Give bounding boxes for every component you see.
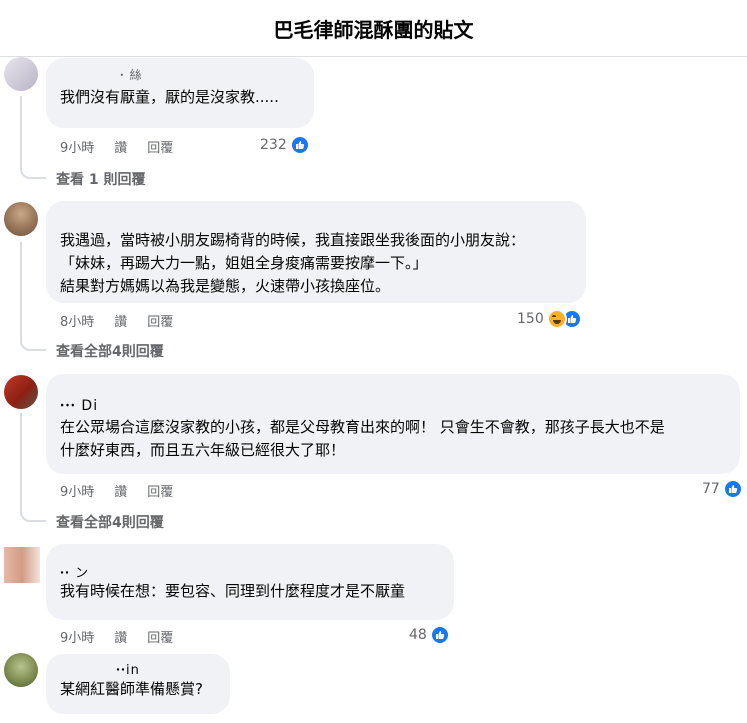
avatar[interactable] bbox=[4, 547, 40, 583]
thread-elbow bbox=[20, 166, 46, 179]
comment-author[interactable]: ꞏꞏ ン bbox=[60, 552, 440, 581]
reaction-number: 150 bbox=[517, 311, 544, 327]
reply-button[interactable]: 回覆 bbox=[147, 627, 173, 646]
like-button[interactable]: 讚 bbox=[114, 137, 127, 156]
avatar[interactable] bbox=[4, 57, 38, 91]
comment-bubble: ꞏ 絲 我們沒有厭童，厭的是沒家教..... bbox=[46, 58, 314, 128]
page-title: 巴毛律師混酥團的貼文 bbox=[273, 17, 474, 42]
post-header: 巴毛律師混酥團的貼文 bbox=[0, 0, 747, 57]
comment-bubble: 我遇過，當時被小朋友踢椅背的時候，我直接跟坐我後面的小朋友說： 「妹妹，再踢大力… bbox=[46, 201, 586, 303]
comment-text: 我遇過，當時被小朋友踢椅背的時候，我直接跟坐我後面的小朋友說： 「妹妹，再踢大力… bbox=[60, 231, 526, 295]
reaction-count[interactable]: 232 bbox=[260, 135, 310, 155]
view-replies-link[interactable]: 查看全部4則回覆 bbox=[56, 512, 164, 532]
thread-elbow bbox=[20, 338, 46, 351]
reply-button[interactable]: 回覆 bbox=[147, 481, 173, 500]
avatar[interactable] bbox=[4, 653, 38, 687]
thread-line bbox=[20, 413, 22, 509]
comment-text: 我有時候在想：要包容、同理到什麼程度才是不厭童 bbox=[60, 582, 406, 600]
like-button[interactable]: 讚 bbox=[114, 481, 127, 500]
comment-time[interactable]: 8小時 bbox=[60, 311, 94, 330]
comment-time[interactable]: 9小時 bbox=[60, 137, 94, 156]
comment-actions: 9小時 讚 回覆 bbox=[60, 481, 173, 500]
reaction-number: 48 bbox=[409, 627, 427, 643]
reaction-number: 232 bbox=[260, 137, 287, 153]
haha-icon bbox=[546, 309, 567, 329]
like-button[interactable]: 讚 bbox=[114, 311, 127, 330]
comment-actions: 9小時 讚 回覆 bbox=[60, 627, 173, 646]
reaction-count[interactable]: 48 bbox=[409, 625, 450, 645]
comment-author[interactable] bbox=[60, 209, 572, 225]
comment-bubble: ꞏꞏꞏ Di 在公眾場合這麼沒家教的小孩，都是父母教育出來的啊！ 只會生不會教，… bbox=[46, 374, 740, 474]
avatar[interactable] bbox=[4, 202, 38, 236]
reply-button[interactable]: 回覆 bbox=[147, 311, 173, 330]
thumbs-up-icon bbox=[722, 479, 743, 499]
comment-actions: 8小時 讚 回覆 bbox=[60, 311, 173, 330]
comment-author[interactable]: ꞏꞏin bbox=[60, 660, 216, 678]
view-replies-link[interactable]: 查看 1 則回覆 bbox=[56, 169, 146, 189]
view-replies-link[interactable]: 查看全部4則回覆 bbox=[56, 341, 164, 361]
reaction-count[interactable]: 77 bbox=[702, 479, 743, 499]
like-button[interactable]: 讚 bbox=[114, 627, 127, 646]
comment-time[interactable]: 9小時 bbox=[60, 481, 94, 500]
comment-bubble: ꞏꞏ ン 我有時候在想：要包容、同理到什麼程度才是不厭童 bbox=[46, 544, 454, 620]
thumbs-up-icon bbox=[289, 135, 310, 155]
thread-elbow bbox=[20, 509, 46, 522]
avatar[interactable] bbox=[4, 375, 38, 409]
comment-text: 我們沒有厭童，厭的是沒家教..... bbox=[60, 88, 279, 106]
comment-author[interactable]: ꞏꞏꞏ Di bbox=[60, 382, 726, 414]
thread-line bbox=[20, 96, 22, 166]
comment-time[interactable]: 9小時 bbox=[60, 627, 94, 646]
comment-text: 在公眾場合這麼沒家教的小孩，都是父母教育出來的啊！ 只會生不會教，那孩子長大也不… bbox=[60, 418, 665, 459]
comment-bubble: ꞏꞏin 某網紅醫師準備懸賞? bbox=[46, 654, 230, 714]
comment-text: 某網紅醫師準備懸賞? bbox=[60, 680, 203, 698]
comment-author[interactable]: ꞏ 絲 bbox=[60, 66, 300, 82]
thread-line bbox=[20, 242, 22, 338]
reaction-number: 77 bbox=[702, 481, 720, 497]
reply-button[interactable]: 回覆 bbox=[147, 137, 173, 156]
comment-actions: 9小時 讚 回覆 bbox=[60, 137, 173, 156]
reaction-count[interactable]: 150 bbox=[517, 309, 582, 329]
thumbs-up-icon bbox=[429, 625, 450, 645]
